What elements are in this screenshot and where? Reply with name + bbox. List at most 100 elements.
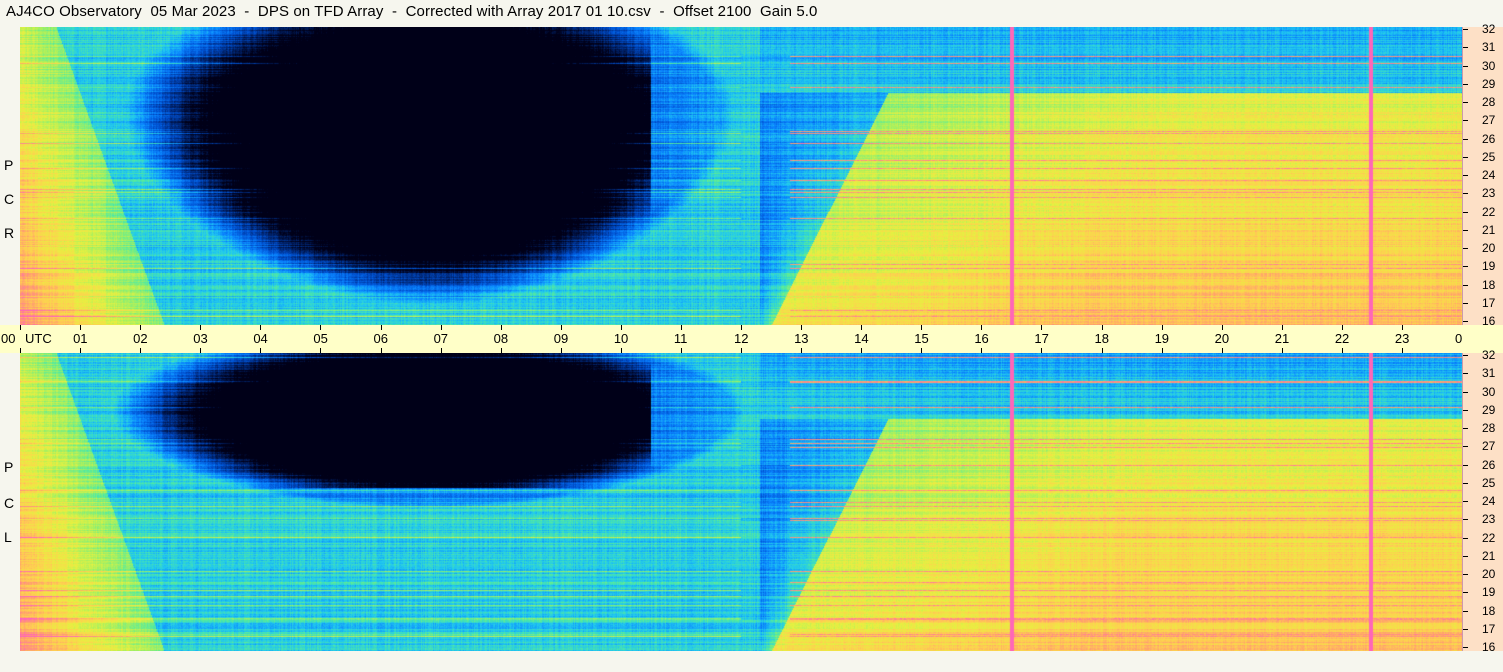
time-tick-label: 06 — [373, 331, 388, 346]
time-tick — [560, 325, 562, 330]
freq-tick — [1463, 537, 1468, 539]
time-tick-label: 01 — [73, 331, 88, 346]
freq-tick — [1463, 47, 1468, 49]
freq-tick — [1463, 647, 1468, 648]
freq-tick — [1463, 446, 1468, 448]
freq-tick-label: 29 — [1482, 402, 1496, 417]
pol-letter-r: R — [4, 225, 15, 241]
time-tick-label: 19 — [1154, 331, 1170, 346]
utc-label: UTC — [25, 331, 52, 346]
freq-tick-label: 18 — [1482, 603, 1496, 618]
time-tick — [20, 325, 21, 330]
freq-tick-label: 23 — [1482, 512, 1496, 527]
freq-tick-label: 17 — [1482, 295, 1496, 310]
time-tick — [1401, 325, 1403, 330]
freq-tick-label: 23 — [1482, 186, 1496, 201]
chart-title: AJ4CO Observatory 05 Mar 2023 - DPS on T… — [6, 3, 818, 20]
freq-tick-label: 16 — [1482, 640, 1496, 654]
freq-axis-bottom: 16 17 18 19 20 21 22 23 24 25 26 27 28 29 30 31 32 — [1462, 348, 1503, 654]
heatmap-canvas-lcp — [20, 353, 1462, 651]
freq-tick-label: 28 — [1482, 95, 1496, 109]
time-tick — [1161, 325, 1163, 330]
freq-tick — [1463, 464, 1468, 466]
freq-tick-label: 25 — [1482, 149, 1496, 164]
time-tick-label: 15 — [914, 331, 929, 346]
freq-tick — [1463, 229, 1468, 231]
time-tick-label: 02 — [133, 331, 148, 346]
freq-tick-label: 19 — [1482, 259, 1496, 274]
time-tick — [260, 325, 262, 330]
time-tick — [861, 325, 863, 330]
freq-tick-label: 24 — [1482, 168, 1496, 182]
freq-tick — [1463, 555, 1468, 557]
time-tick — [380, 325, 382, 330]
time-tick-label: 05 — [313, 331, 328, 346]
freq-tick-label: 31 — [1482, 366, 1496, 381]
pol-letter-c: C — [4, 191, 15, 207]
freq-tick — [1463, 302, 1468, 304]
freq-tick — [1463, 482, 1468, 484]
freq-tick — [1463, 156, 1468, 158]
time-tick-label: 18 — [1094, 331, 1109, 346]
freq-tick — [1463, 211, 1468, 213]
heatmap-canvas-rcp — [20, 27, 1462, 325]
freq-tick — [1463, 193, 1468, 195]
pol-letter-p: P — [4, 157, 14, 173]
time-tick-label: 16 — [974, 331, 989, 346]
freq-tick — [1463, 373, 1468, 375]
time-tick — [500, 325, 502, 330]
freq-tick-label: 29 — [1482, 76, 1496, 91]
time-tick — [1221, 325, 1223, 330]
freq-tick-label: 27 — [1482, 113, 1496, 128]
spectrogram-rcp — [20, 27, 1462, 325]
time-tick-label: 12 — [734, 331, 749, 346]
freq-tick-label: 21 — [1482, 222, 1496, 237]
freq-tick-label: 19 — [1482, 585, 1496, 600]
time-tick-label: 07 — [433, 331, 449, 346]
time-tick — [80, 325, 82, 330]
freq-tick — [1463, 355, 1468, 356]
time-tick-label: 22 — [1334, 331, 1350, 346]
freq-tick-label: 25 — [1482, 475, 1496, 490]
time-tick-label: 14 — [854, 331, 869, 346]
freq-tick — [1463, 248, 1468, 249]
freq-tick-label: 32 — [1482, 22, 1496, 36]
time-tick — [741, 325, 742, 330]
freq-tick-label: 27 — [1482, 439, 1496, 454]
freq-tick — [1463, 83, 1468, 85]
freq-tick — [1463, 409, 1468, 411]
time-tick — [200, 325, 202, 330]
freq-tick — [1463, 501, 1468, 502]
freq-tick-label: 28 — [1482, 421, 1496, 435]
freq-tick-label: 20 — [1482, 241, 1496, 255]
freq-tick — [1463, 391, 1468, 393]
freq-tick-label: 18 — [1482, 277, 1496, 292]
freq-tick — [1463, 65, 1468, 67]
time-tick — [680, 325, 682, 330]
time-tick-label: 09 — [553, 331, 569, 346]
pol-letter-p2: P — [4, 459, 14, 475]
time-tick-label: 00 — [1, 331, 16, 346]
freq-tick — [1463, 628, 1468, 630]
polarization-label-top: R C P — [0, 27, 20, 325]
freq-tick-label: 30 — [1482, 58, 1496, 73]
freq-tick — [1463, 266, 1468, 268]
freq-tick — [1463, 610, 1468, 612]
freq-tick — [1463, 321, 1468, 322]
time-tick-label: 03 — [193, 331, 208, 346]
freq-tick — [1463, 138, 1468, 140]
freq-tick-label: 20 — [1482, 567, 1496, 581]
freq-tick — [1463, 284, 1468, 286]
time-tick-label: 23 — [1394, 331, 1410, 346]
freq-tick-label: 24 — [1482, 494, 1496, 508]
freq-tick-label: 17 — [1482, 621, 1496, 636]
freq-tick-label: 21 — [1482, 548, 1496, 563]
freq-tick — [1463, 120, 1468, 122]
polarization-label-bottom: L C P — [0, 353, 20, 651]
time-tick — [320, 325, 322, 330]
freq-tick — [1463, 574, 1468, 575]
time-tick-label: 13 — [794, 331, 809, 346]
time-tick-label: 10 — [613, 331, 629, 346]
time-tick — [1101, 325, 1103, 330]
time-tick — [921, 325, 923, 330]
